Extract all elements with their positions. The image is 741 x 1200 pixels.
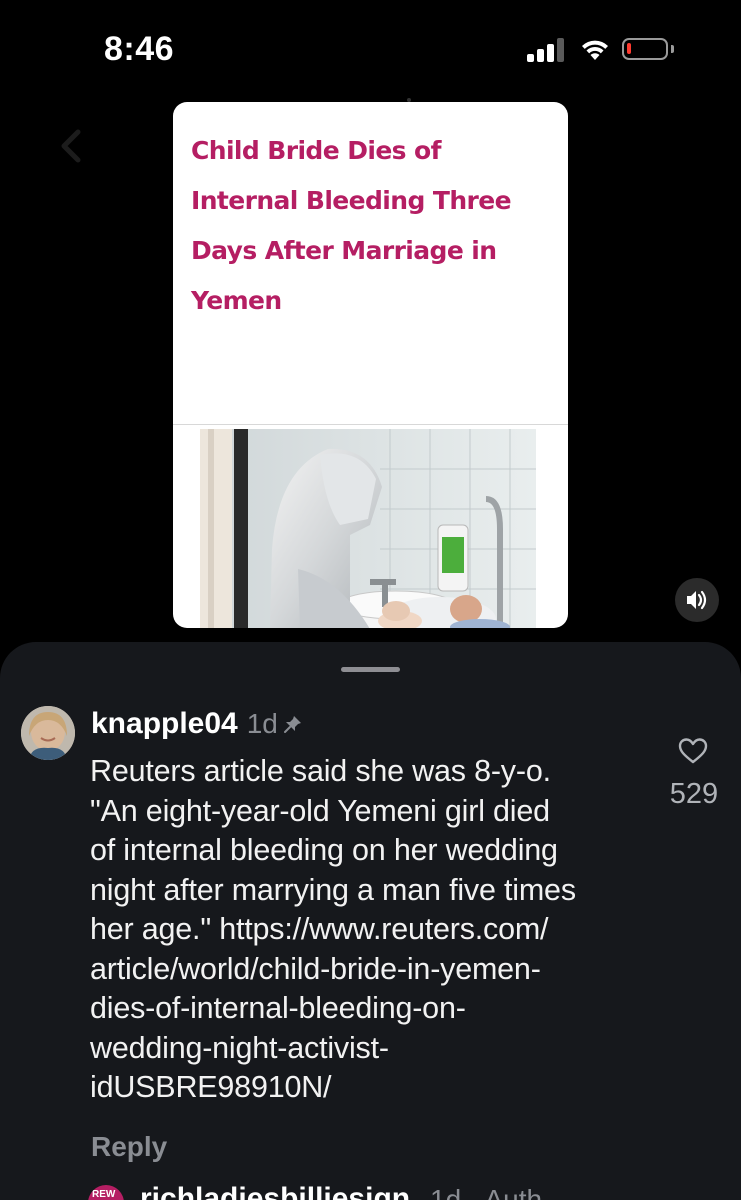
comment-line: "An eight-year-old Yemeni girl died <box>90 793 550 828</box>
battery-icon <box>622 38 668 60</box>
headline-divider <box>173 424 568 425</box>
pin-icon <box>283 716 301 733</box>
battery-tip <box>671 45 674 53</box>
wifi-icon <box>582 40 608 60</box>
avatar-logo: REW <box>92 1189 116 1200</box>
comment-username[interactable]: richladiesbilliesign <box>140 1182 410 1200</box>
comment-link-line[interactable]: her age." https://www.reuters.com/ <box>90 910 660 950</box>
article-photo-illustration <box>200 429 536 628</box>
comment-text: Reuters article said she was 8-y-o. "An … <box>90 752 660 1108</box>
comment-line: Reuters article said she was 8-y-o. <box>90 754 551 788</box>
avatar[interactable] <box>21 706 75 760</box>
headline-line: Child Bride Dies of <box>191 136 442 165</box>
back-chevron-icon[interactable] <box>52 126 92 166</box>
video-headline: Child Bride Dies of Internal Bleeding Th… <box>191 126 551 326</box>
volume-button[interactable] <box>675 578 719 622</box>
reply-button[interactable]: Reply <box>91 1131 167 1163</box>
like-count: 529 <box>669 778 719 810</box>
video-post-card[interactable]: Child Bride Dies of Internal Bleeding Th… <box>173 102 568 628</box>
headline-line: Internal Bleeding Three <box>191 186 512 215</box>
headline-line: Yemen <box>191 286 282 315</box>
headline-line: Days After Marriage in <box>191 236 497 265</box>
comment-link-line[interactable]: dies-of-internal-bleeding-on- <box>90 989 660 1029</box>
comment-timestamp: 1d · Auth <box>430 1184 543 1200</box>
sheet-grabber[interactable] <box>341 667 400 672</box>
avatar-photo <box>21 706 75 760</box>
heart-outline-icon[interactable] <box>678 737 708 765</box>
comment-line: of internal bleeding on her wedding <box>90 833 558 867</box>
threads-video-comments-screen: 8:46 Child Bride Dies of Internal Bleedi… <box>0 0 741 1200</box>
cellular-signal-icon <box>527 38 565 62</box>
comment-link-line[interactable]: idUSBRE98910N/ <box>90 1068 660 1108</box>
article-photo <box>200 429 536 628</box>
status-bar: 8:46 <box>0 0 741 96</box>
comment-link-line[interactable]: wedding-night-activist- <box>90 1029 660 1069</box>
comment-link-line[interactable]: article/world/child-bride-in-yemen- <box>90 950 660 990</box>
speaker-on-icon <box>687 590 707 610</box>
comment-line: night after marrying a man five times <box>90 872 576 907</box>
status-time: 8:46 <box>104 30 175 68</box>
comment-timestamp: 1d <box>246 708 278 739</box>
comment-username[interactable]: knapple04 <box>91 707 238 741</box>
comment-header: knapple04 1d <box>91 704 303 744</box>
battery-level <box>627 43 631 54</box>
